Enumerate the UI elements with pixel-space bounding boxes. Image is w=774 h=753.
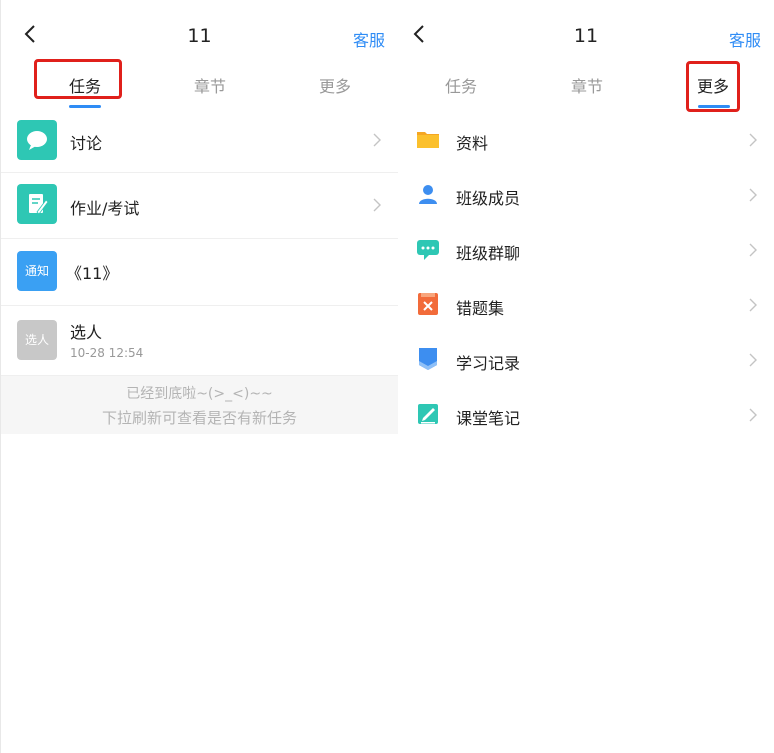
customer-service-link[interactable]: 客服 xyxy=(353,27,385,51)
menu-item-wrong-questions[interactable]: 错题集 xyxy=(398,277,774,332)
tab-more[interactable]: 更多 xyxy=(295,73,375,97)
chevron-right-icon xyxy=(749,298,757,312)
person-icon xyxy=(419,185,437,204)
customer-service-link[interactable]: 客服 xyxy=(729,27,761,51)
menu-item-label: 资料 xyxy=(456,134,489,153)
chevron-right-icon xyxy=(373,198,381,212)
chevron-right-icon xyxy=(749,353,757,367)
bookmark-icon xyxy=(419,348,437,370)
list-item-label: 作业/考试 xyxy=(70,199,140,218)
page-title: 11 xyxy=(187,25,212,47)
chevron-right-icon xyxy=(749,408,757,422)
menu-item-label: 课堂笔记 xyxy=(456,409,521,428)
highlight-box-more-tab xyxy=(686,61,740,112)
menu-item-label: 班级成员 xyxy=(456,189,521,208)
folder-icon xyxy=(417,132,439,148)
list-item-timestamp: 10-28 12:54 xyxy=(70,346,144,360)
course-more-panel: 11 客服 任务 章节 更多 资料 班级成员 班级群聊 错题集 学习记录 课堂笔… xyxy=(398,0,774,753)
chevron-right-icon xyxy=(373,133,381,147)
menu-item-label: 错题集 xyxy=(456,299,505,318)
tab-tasks[interactable]: 任务 xyxy=(421,73,501,97)
menu-item-study-record[interactable]: 学习记录 xyxy=(398,332,774,387)
end-of-list-footer: 已经到底啦~(>_<)~~ 下拉刷新可查看是否有新任务 xyxy=(1,376,398,434)
menu-item-label: 班级群聊 xyxy=(456,244,521,263)
chevron-right-icon xyxy=(749,133,757,147)
notes-pencil-icon xyxy=(418,404,438,424)
list-item-label: 《11》 xyxy=(66,264,119,283)
footer-line1: 已经到底啦~(>_<)~~ xyxy=(126,386,273,402)
chat-bubble-icon xyxy=(417,240,439,260)
menu-item-class-chat[interactable]: 班级群聊 xyxy=(398,222,774,277)
notice-badge: 通知 xyxy=(17,251,57,291)
list-item-pick-person[interactable]: 选人 选人 10-28 12:54 xyxy=(1,305,398,376)
highlight-box-tasks-tab xyxy=(34,59,122,99)
homework-icon xyxy=(17,184,57,224)
page-title: 11 xyxy=(573,25,599,47)
menu-item-class-members[interactable]: 班级成员 xyxy=(398,167,774,222)
tab-chapters[interactable]: 章节 xyxy=(170,73,250,97)
menu-item-label: 学习记录 xyxy=(456,354,521,373)
footer-line2: 下拉刷新可查看是否有新任务 xyxy=(101,409,297,427)
list-item-discussion[interactable]: 讨论 xyxy=(1,108,398,173)
menu-item-materials[interactable]: 资料 xyxy=(398,112,774,167)
pick-person-badge: 选人 xyxy=(17,320,57,360)
list-item-label: 讨论 xyxy=(70,134,103,153)
menu-item-class-notes[interactable]: 课堂笔记 xyxy=(398,387,774,442)
course-tasks-panel: 11 客服 任务 章节 更多 讨论 作业/考试 通知 《11》 选人 选人 10… xyxy=(0,0,398,753)
list-item-homework-exam[interactable]: 作业/考试 xyxy=(1,172,398,239)
error-notebook-icon xyxy=(418,293,438,315)
list-item-notice[interactable]: 通知 《11》 xyxy=(1,238,398,306)
list-item-label: 选人 xyxy=(70,323,103,342)
chevron-right-icon xyxy=(749,188,757,202)
chevron-right-icon xyxy=(749,243,757,257)
tab-chapters[interactable]: 章节 xyxy=(547,73,627,97)
discussion-icon xyxy=(17,120,57,160)
